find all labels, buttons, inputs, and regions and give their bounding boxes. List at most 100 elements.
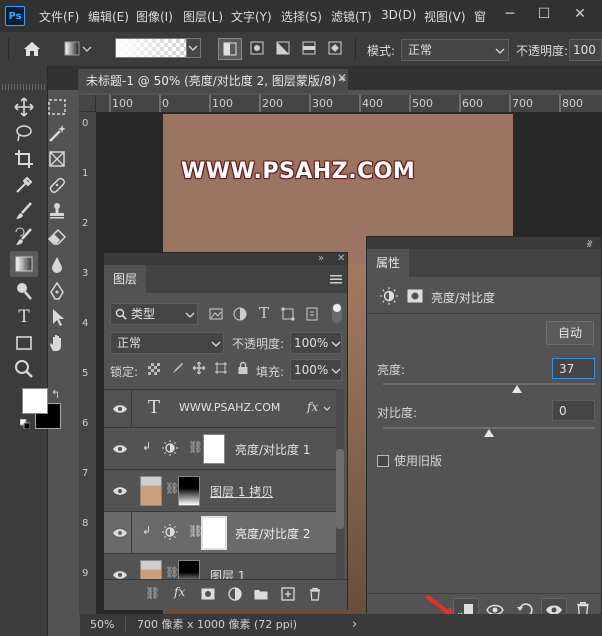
brush-tool-icon[interactable] — [13, 200, 35, 222]
new-group-icon[interactable] — [254, 588, 268, 600]
type-tool-icon[interactable]: T — [13, 306, 35, 328]
layers-tab[interactable]: 图层 — [104, 265, 147, 293]
mask-icon[interactable] — [407, 289, 423, 303]
magic-wand-tool-icon[interactable] — [46, 122, 68, 144]
layer-row-selected[interactable]: ↲ ⛓ 亮度/对比度 2 — [104, 511, 344, 554]
properties-tab[interactable]: 属性 — [367, 249, 410, 277]
layer-row[interactable]: T WWW.PSAHZ.COM fx — [104, 389, 344, 428]
lock-image-icon[interactable] — [170, 361, 184, 375]
mode-select[interactable]: 正常 — [401, 39, 509, 61]
rectangle-tool-icon[interactable] — [13, 332, 35, 354]
layers-scrollbar[interactable] — [336, 389, 344, 579]
menu-window[interactable]: 窗 — [474, 8, 486, 25]
dodge-tool-icon[interactable] — [13, 280, 35, 302]
frame-tool-icon[interactable] — [46, 148, 68, 170]
link-icon[interactable]: ⛓ — [188, 440, 203, 454]
layer-mask-thumbnail[interactable] — [178, 476, 200, 506]
document-tab[interactable]: 未标题-1 @ 50% (亮度/对比度 2, 图层蒙版/8) * — [78, 69, 348, 93]
gradient-tool-icon[interactable] — [10, 251, 38, 277]
layer-thumbnail[interactable] — [140, 476, 162, 506]
add-layer-style-icon[interactable]: fx — [174, 585, 185, 599]
lasso-tool-icon[interactable] — [13, 122, 35, 144]
eyedropper-tool-icon[interactable] — [13, 174, 35, 196]
collapse-right-panels-icon[interactable]: » — [586, 240, 592, 251]
opacity-input[interactable]: 100 — [569, 39, 602, 61]
visibility-eye-icon[interactable] — [112, 528, 128, 538]
angle-gradient-icon[interactable] — [272, 38, 296, 60]
blur-tool-icon[interactable] — [46, 254, 68, 276]
collapse-panel-icon[interactable]: » — [318, 253, 324, 265]
close-window-button[interactable]: ✕ — [566, 2, 594, 26]
move-tool-icon[interactable] — [13, 96, 35, 118]
layer-opacity-input[interactable]: 100% — [290, 332, 342, 354]
maximize-button[interactable]: ☐ — [530, 2, 558, 26]
close-document-icon[interactable]: ✕ — [337, 71, 347, 85]
gradient-dropdown[interactable] — [187, 38, 201, 58]
new-adjustment-layer-icon[interactable] — [228, 587, 242, 601]
legacy-checkbox[interactable] — [377, 455, 389, 467]
fill-input[interactable]: 100% — [290, 359, 342, 381]
delete-layer-icon[interactable] — [308, 587, 322, 601]
layer-row[interactable]: ↲ ⛓ 亮度/对比度 1 — [104, 427, 344, 469]
new-layer-icon[interactable] — [281, 587, 295, 601]
blend-mode-select[interactable]: 正常 — [110, 332, 224, 354]
filter-toggle-switch[interactable] — [332, 303, 342, 323]
status-menu-arrow-icon[interactable]: › — [352, 614, 357, 636]
layer-filter-select[interactable]: 类型 — [110, 303, 198, 325]
minimize-button[interactable]: ─ — [496, 2, 524, 26]
reflected-gradient-icon[interactable] — [298, 38, 322, 60]
filter-adjustment-icon[interactable] — [232, 306, 248, 322]
pen-tool-icon[interactable] — [46, 280, 68, 302]
healing-brush-tool-icon[interactable] — [46, 174, 68, 196]
filter-type-icon[interactable]: T — [256, 304, 272, 322]
filter-smart-object-icon[interactable] — [304, 306, 320, 322]
brightness-slider-track[interactable] — [383, 383, 595, 385]
brightness-input[interactable]: 37 — [552, 358, 595, 379]
contrast-input[interactable]: 0 — [552, 400, 595, 421]
foreground-color-swatch[interactable] — [22, 388, 48, 414]
lock-position-icon[interactable] — [192, 361, 206, 375]
menu-type[interactable]: 文字(Y) — [231, 8, 272, 25]
zoom-level[interactable]: 50% — [90, 614, 114, 636]
linear-gradient-icon[interactable] — [218, 38, 242, 60]
panel-menu-icon[interactable] — [330, 275, 342, 284]
path-selection-tool-icon[interactable] — [46, 306, 68, 328]
brightness-slider-thumb[interactable] — [511, 385, 522, 393]
menu-filter[interactable]: 滤镜(T) — [331, 8, 372, 25]
layer-row[interactable]: ⛓ 图层 1 拷贝 — [104, 469, 344, 511]
swap-colors-icon[interactable]: ↰ — [51, 388, 60, 401]
crop-tool-icon[interactable] — [13, 148, 35, 170]
eraser-tool-icon[interactable] — [46, 226, 68, 248]
link-layers-icon[interactable]: ⛓ — [145, 586, 160, 600]
visibility-eye-icon[interactable] — [112, 444, 128, 454]
home-icon[interactable] — [20, 38, 44, 60]
visibility-eye-icon[interactable] — [112, 486, 128, 496]
marquee-tool-icon[interactable] — [46, 96, 68, 118]
menu-3d[interactable]: 3D(D) — [381, 8, 416, 22]
menu-select[interactable]: 选择(S) — [281, 8, 322, 25]
visibility-eye-icon[interactable] — [112, 404, 128, 414]
menu-edit[interactable]: 编辑(E) — [88, 8, 129, 25]
lock-artboard-icon[interactable] — [214, 361, 228, 375]
layer-effects-icon[interactable]: fx — [307, 400, 318, 414]
diamond-gradient-icon[interactable] — [324, 38, 348, 60]
auto-button[interactable]: 自动 — [546, 321, 594, 345]
contrast-slider-thumb[interactable] — [484, 429, 494, 437]
layer-mask-thumbnail-active[interactable] — [201, 516, 227, 550]
filter-pixel-icon[interactable] — [208, 306, 224, 322]
history-brush-tool-icon[interactable] — [13, 226, 35, 248]
layer-mask-thumbnail[interactable] — [203, 434, 225, 464]
filter-shape-icon[interactable] — [280, 306, 296, 322]
clone-stamp-tool-icon[interactable] — [46, 200, 68, 222]
hand-tool-icon[interactable] — [46, 332, 68, 354]
zoom-tool-icon[interactable] — [13, 358, 35, 380]
gradient-preview[interactable] — [115, 38, 187, 58]
link-icon[interactable]: ⛓ — [165, 566, 179, 579]
menu-file[interactable]: 文件(F) — [39, 8, 79, 25]
radial-gradient-icon[interactable] — [246, 38, 270, 60]
menu-layer[interactable]: 图层(L) — [183, 8, 223, 25]
add-mask-icon[interactable] — [201, 588, 215, 600]
gradient-tool-preset-icon[interactable] — [62, 38, 92, 60]
menu-image[interactable]: 图像(I) — [136, 8, 173, 25]
lock-all-icon[interactable] — [236, 361, 250, 375]
